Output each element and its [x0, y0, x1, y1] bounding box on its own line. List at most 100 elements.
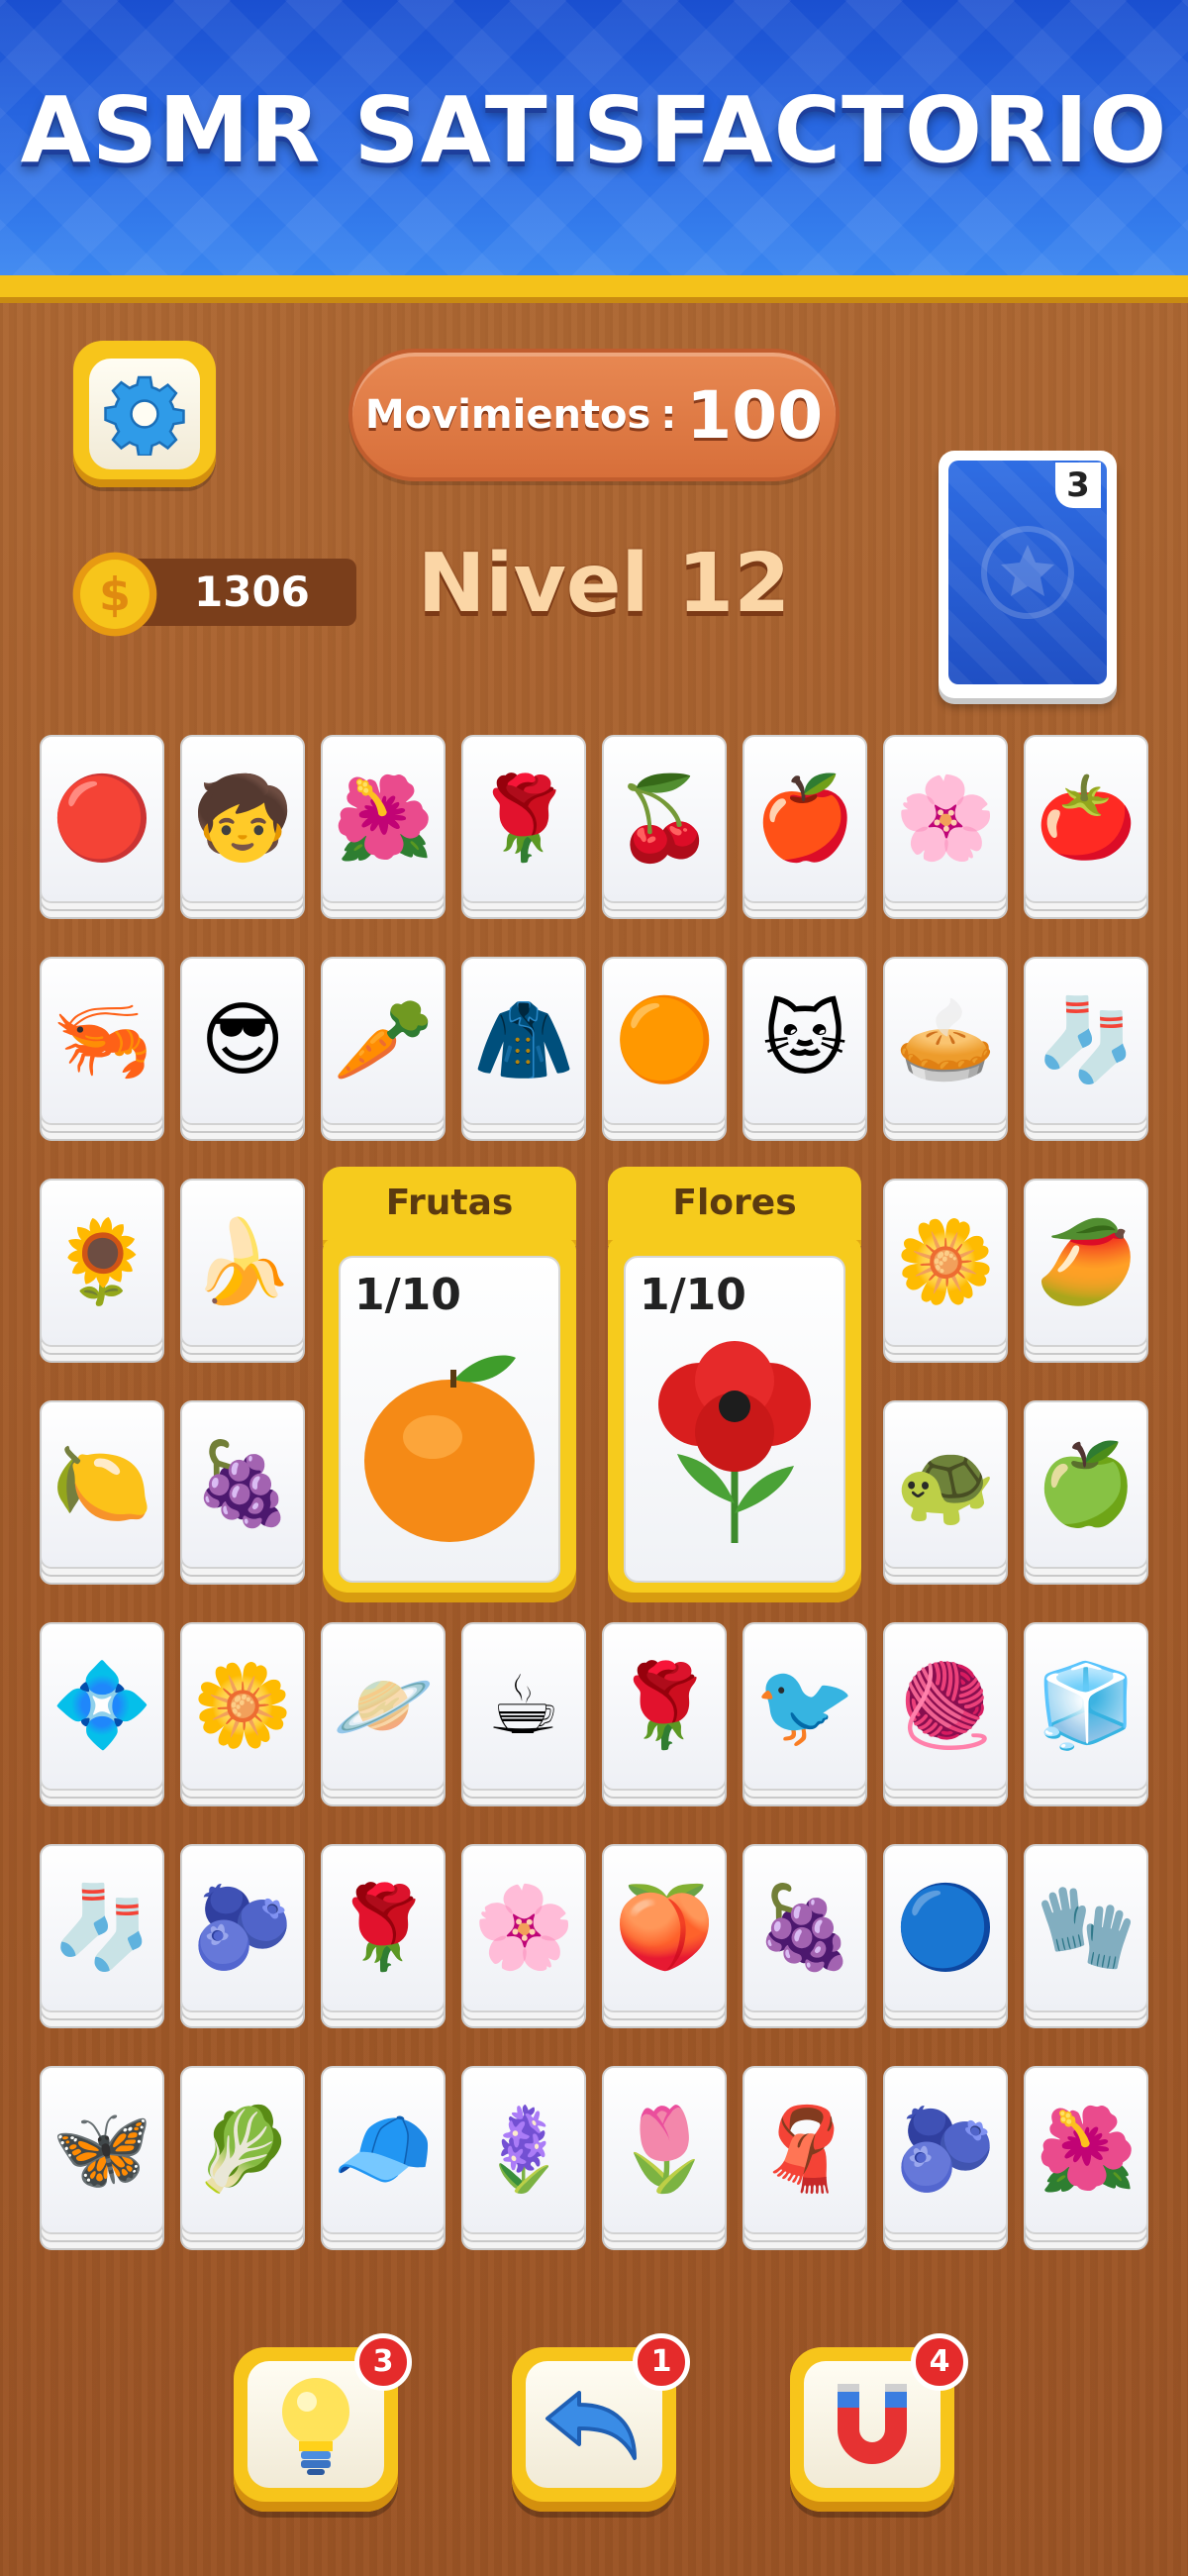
tile[interactable]: 🍅 [1024, 735, 1148, 919]
tile-face: 🍌 [180, 1179, 305, 1347]
tile[interactable]: 🧒 [180, 735, 305, 919]
category-fruits[interactable]: Frutas 1/10 [323, 1167, 576, 1602]
tile[interactable]: 💠 [40, 1622, 164, 1806]
magnet-booster-button[interactable]: 4 [790, 2333, 968, 2512]
tile-face: 🌻 [40, 1179, 164, 1347]
tile[interactable]: 🐱 [742, 957, 867, 1141]
tile-face: 🐦 [742, 1622, 867, 1791]
tile[interactable]: 🧦 [40, 1844, 164, 2028]
tile[interactable]: 🧢 [321, 2066, 446, 2250]
tile-face: 🌸 [883, 735, 1008, 903]
booster-count-badge: 1 [633, 2333, 690, 2391]
tile-face: 🧦 [1024, 957, 1148, 1125]
tile[interactable]: 🍇 [180, 1400, 305, 1585]
tile[interactable]: 🌹 [321, 1844, 446, 2028]
tile-face: 🌷 [602, 2066, 727, 2234]
tile[interactable]: 🌻 [40, 1179, 164, 1363]
tile-face: 🟠 [602, 957, 727, 1125]
tile[interactable]: 🐦 [742, 1622, 867, 1806]
tile-face: 😎 [180, 957, 305, 1125]
poppy-icon [624, 1325, 845, 1563]
undo-booster-button[interactable]: 1 [512, 2333, 690, 2512]
tile-face: 🍇 [742, 1844, 867, 2012]
tile-face: 🫐 [883, 2066, 1008, 2234]
tile[interactable]: 🍏 [1024, 1400, 1148, 1585]
tile[interactable]: 🌷 [602, 2066, 727, 2250]
booster-count-badge: 4 [911, 2333, 968, 2391]
tile-face: 🐱 [742, 957, 867, 1125]
tile[interactable]: 🍒 [602, 735, 727, 919]
tile[interactable]: 🌺 [1024, 2066, 1148, 2250]
tile[interactable]: 🌹 [461, 735, 586, 919]
tile[interactable]: 🍎 [742, 735, 867, 919]
tile-face: 🦐 [40, 957, 164, 1125]
category-flowers[interactable]: Flores 1/10 [608, 1167, 861, 1602]
tile[interactable]: 🟠 [602, 957, 727, 1141]
tile[interactable]: 😎 [180, 957, 305, 1141]
tile-face: 🧒 [180, 735, 305, 903]
tile-face: 💠 [40, 1622, 164, 1791]
moves-value: 100 [686, 376, 824, 454]
category-count: 1/10 [354, 1270, 461, 1320]
tile[interactable]: 🧤 [1024, 1844, 1148, 2028]
tile-face: 🌸 [461, 1844, 586, 2012]
tile[interactable]: 🔵 [883, 1844, 1008, 2028]
draw-deck[interactable]: 3 [939, 451, 1117, 698]
lightbulb-icon [282, 2378, 349, 2475]
tile[interactable]: 🔴 [40, 735, 164, 919]
tile[interactable]: 🥭 [1024, 1179, 1148, 1363]
tile-face: 🌹 [602, 1622, 727, 1791]
tile[interactable]: 🫐 [180, 1844, 305, 2028]
tile[interactable]: ☕ [461, 1622, 586, 1806]
star-icon [981, 526, 1074, 619]
undo-arrow-icon [545, 2391, 637, 2460]
moves-separator: : [660, 392, 677, 438]
tile[interactable]: 🥬 [180, 2066, 305, 2250]
category-title: Frutas [323, 1167, 576, 1246]
tile-face: 🪻 [461, 2066, 586, 2234]
tile[interactable]: 🧊 [1024, 1622, 1148, 1806]
category-count: 1/10 [640, 1270, 746, 1320]
tile-face: 🥭 [1024, 1179, 1148, 1347]
tile[interactable]: 🌺 [321, 735, 446, 919]
tile[interactable]: 🧶 [883, 1622, 1008, 1806]
tile[interactable]: 🫐 [883, 2066, 1008, 2250]
tile[interactable]: 🧦 [1024, 957, 1148, 1141]
tile[interactable]: 🧥 [461, 957, 586, 1141]
tile[interactable]: 🧣 [742, 2066, 867, 2250]
tile[interactable]: 🥧 [883, 957, 1008, 1141]
tile-face: 🧤 [1024, 1844, 1148, 2012]
tile-face: 🧶 [883, 1622, 1008, 1791]
tile[interactable]: 🌼 [180, 1622, 305, 1806]
tile[interactable]: 🍋 [40, 1400, 164, 1585]
tile-face: 🧊 [1024, 1622, 1148, 1791]
tile[interactable]: 🌼 [883, 1179, 1008, 1363]
tile[interactable]: 🌸 [883, 735, 1008, 919]
tile[interactable]: 🥕 [321, 957, 446, 1141]
tile-face: 🍏 [1024, 1400, 1148, 1569]
tile[interactable]: 🦐 [40, 957, 164, 1141]
banner-title: ASMR SATISFACTORIO [20, 77, 1168, 183]
tile[interactable]: 🌹 [602, 1622, 727, 1806]
title-banner: ASMR SATISFACTORIO [0, 0, 1188, 297]
tile-face: 🥕 [321, 957, 446, 1125]
tile[interactable]: 🍇 [742, 1844, 867, 2028]
tile[interactable]: 🐢 [883, 1400, 1008, 1585]
tile[interactable]: 🍌 [180, 1179, 305, 1363]
coin-icon: $ [72, 552, 157, 637]
tile[interactable]: 🌸 [461, 1844, 586, 2028]
tile-face: 🌹 [321, 1844, 446, 2012]
tile-face: 🧢 [321, 2066, 446, 2234]
tile[interactable]: 🪐 [321, 1622, 446, 1806]
hint-booster-button[interactable]: 3 [234, 2333, 412, 2512]
tile-face: ☕ [461, 1622, 586, 1791]
moves-label: Movimientos [364, 392, 651, 438]
tile-face: 🧥 [461, 957, 586, 1125]
settings-button[interactable] [73, 341, 216, 487]
tile[interactable]: 🪻 [461, 2066, 586, 2250]
tile[interactable]: 🦋 [40, 2066, 164, 2250]
settings-button-face [89, 359, 200, 469]
tile-face: 🍒 [602, 735, 727, 903]
tile[interactable]: 🍑 [602, 1844, 727, 2028]
tile-face: 🍋 [40, 1400, 164, 1569]
